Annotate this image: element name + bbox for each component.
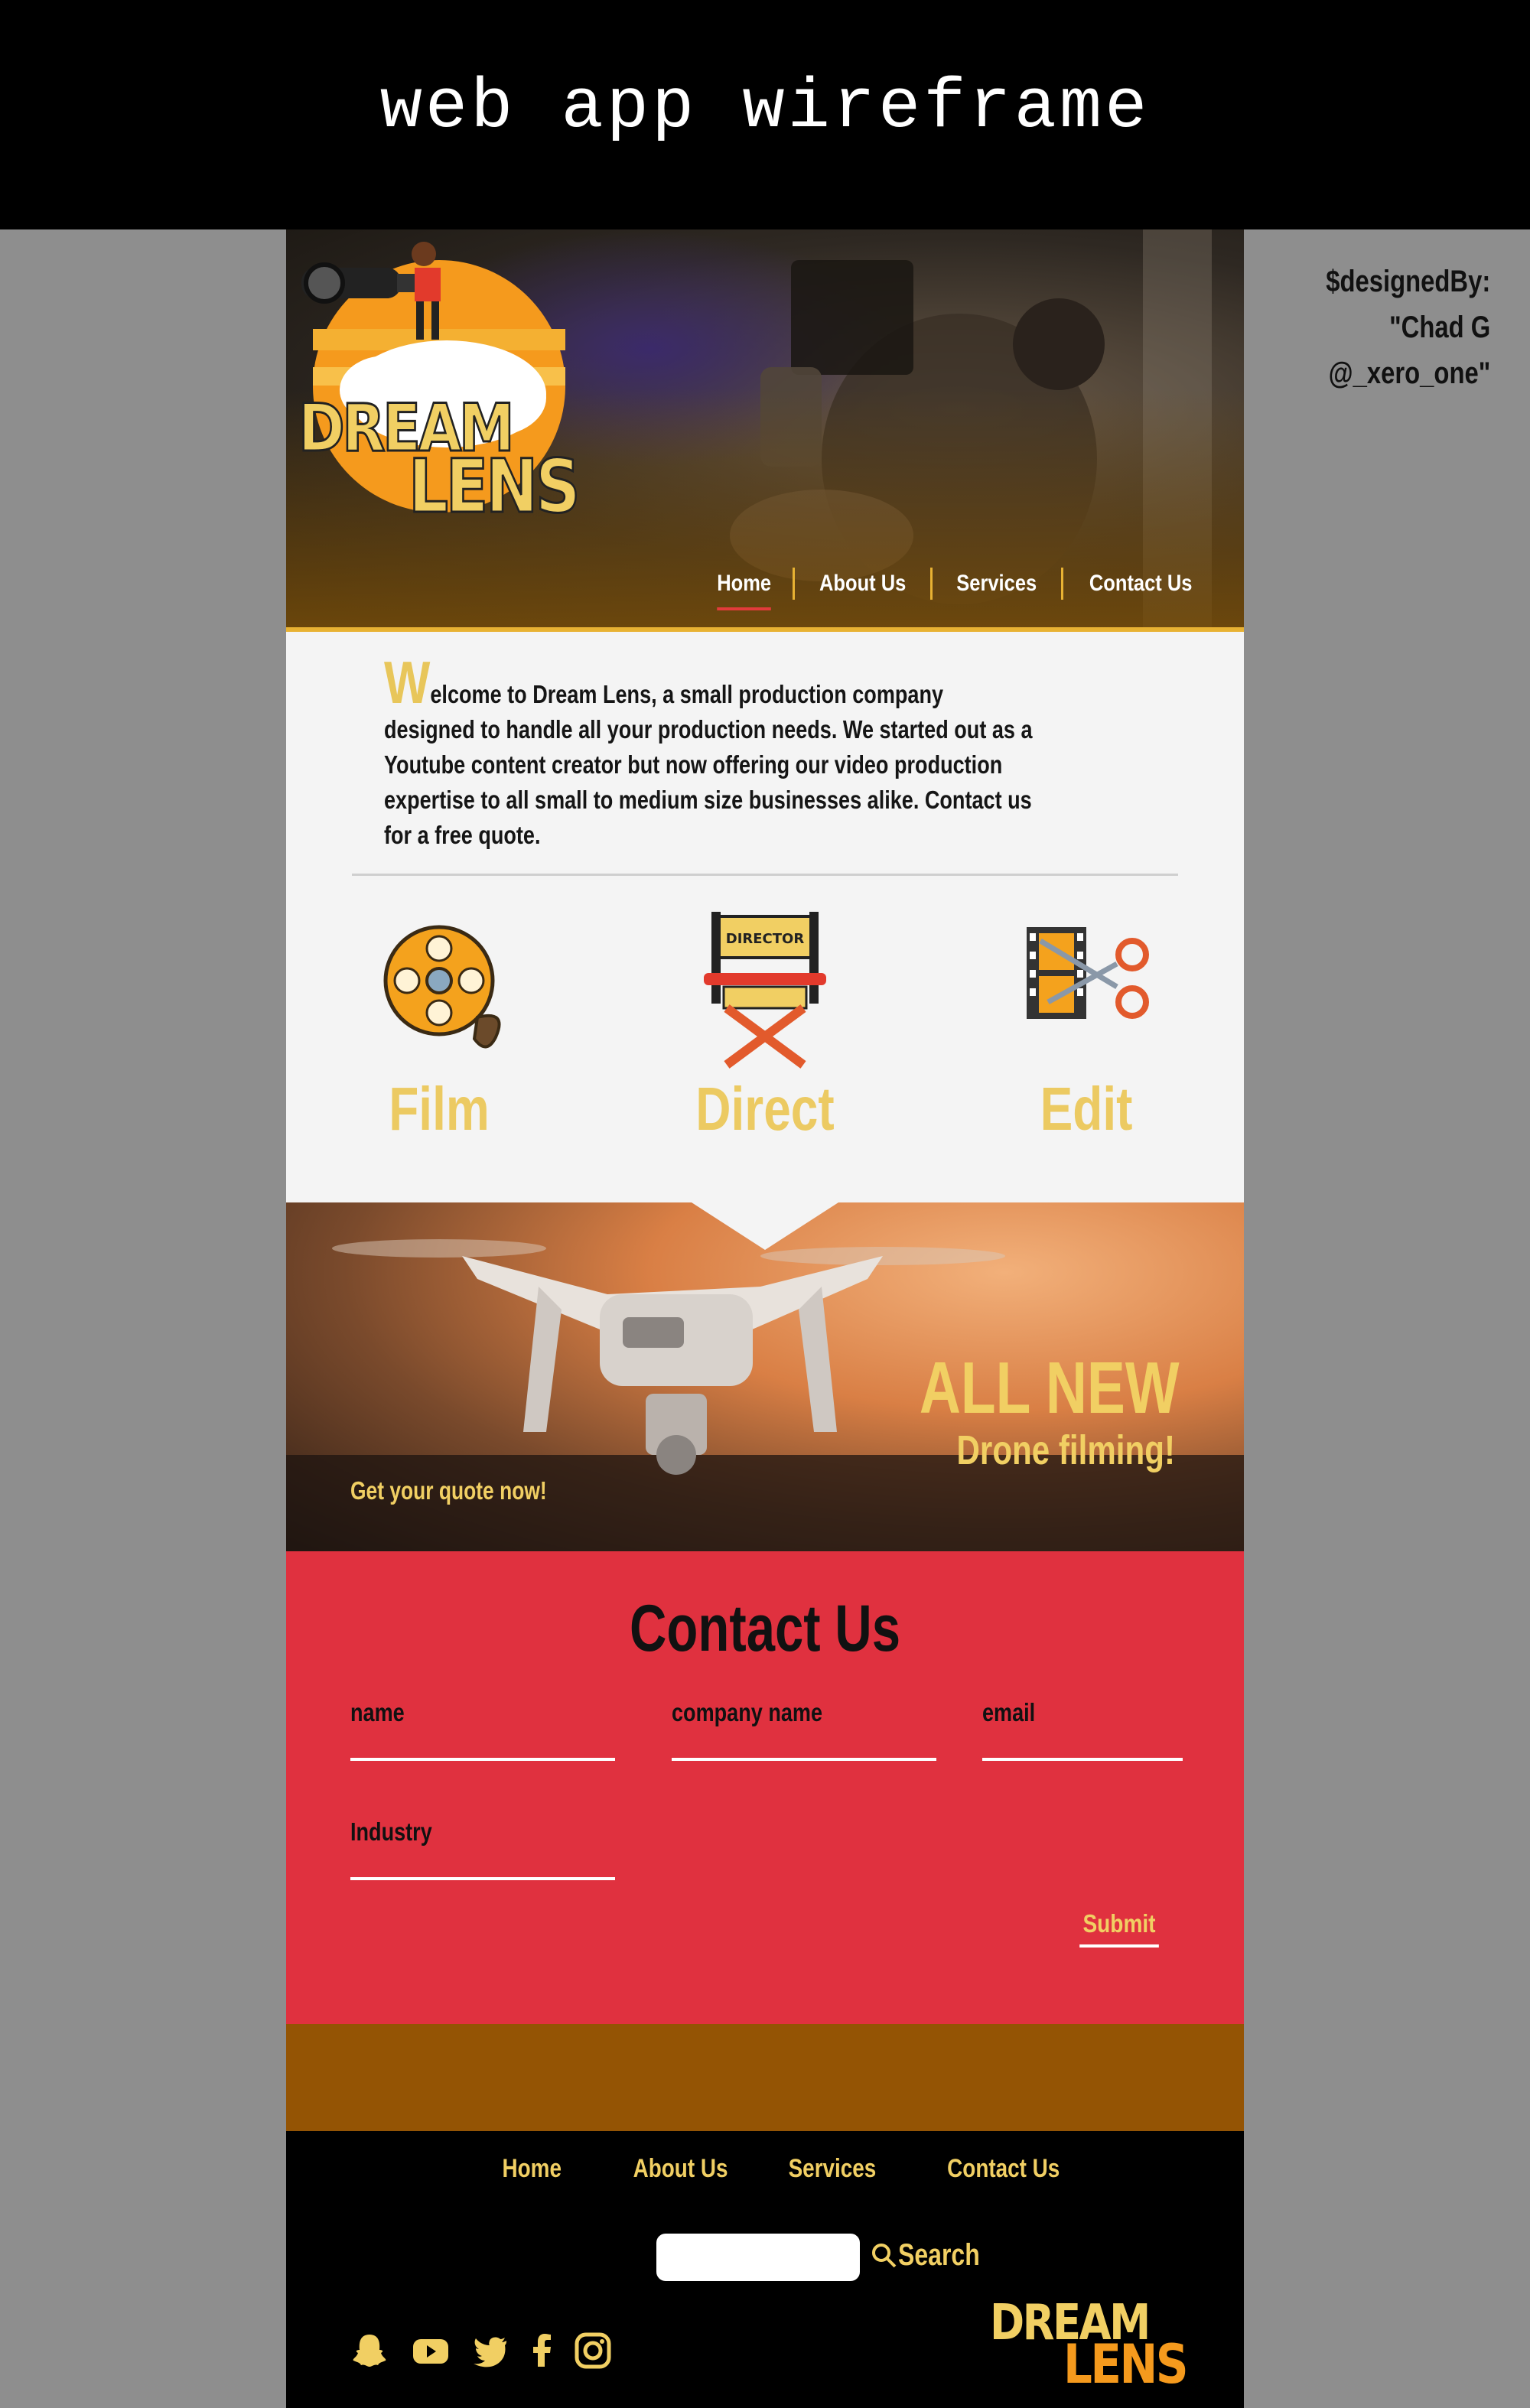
drone-headline: ALL NEW xyxy=(920,1347,1180,1429)
name-field[interactable] xyxy=(350,1756,615,1761)
industry-field[interactable] xyxy=(350,1876,615,1880)
company-label: company name xyxy=(672,1698,823,1726)
email-field[interactable] xyxy=(982,1756,1183,1761)
twitter-icon[interactable] xyxy=(470,2330,511,2371)
company-field[interactable] xyxy=(672,1756,936,1761)
banner-notch xyxy=(692,1202,838,1250)
footer-nav-services[interactable]: Services xyxy=(789,2154,877,2184)
designer-credit: $designedBy: "Chad G @_xero_one" xyxy=(1326,259,1490,396)
brown-divider xyxy=(286,2024,1244,2131)
footer-logo[interactable]: DREAM LENS xyxy=(990,2295,1189,2396)
facebook-icon[interactable] xyxy=(522,2330,563,2371)
name-label: name xyxy=(350,1698,405,1726)
search-input[interactable] xyxy=(656,2234,860,2281)
search-label: Search xyxy=(898,2238,980,2272)
footer-nav-home[interactable]: Home xyxy=(503,2154,562,2184)
submit-button[interactable]: Submit xyxy=(1079,1909,1159,1948)
instagram-icon[interactable] xyxy=(572,2330,614,2371)
email-label: email xyxy=(982,1698,1036,1726)
wireframe-banner: web app wireframe xyxy=(0,0,1530,229)
drone-subheadline: Drone filming! xyxy=(956,1427,1175,1473)
credit-line-2: "Chad G xyxy=(1388,311,1490,344)
search-icon xyxy=(872,2243,897,2267)
footer-nav-contact[interactable]: Contact Us xyxy=(947,2154,1060,2184)
youtube-icon[interactable] xyxy=(410,2330,451,2371)
snapchat-icon[interactable] xyxy=(349,2330,390,2371)
footer-logo-lens: LENS xyxy=(1063,2333,1189,2396)
footer-nav-about[interactable]: About Us xyxy=(633,2154,728,2184)
wireframe-title: web app wireframe xyxy=(379,67,1151,148)
search-button[interactable]: Search xyxy=(871,2238,1000,2273)
get-quote-link[interactable]: Get your quote now! xyxy=(350,1476,547,1505)
credit-line-1: $designedBy: xyxy=(1325,265,1490,298)
industry-label: Industry xyxy=(350,1817,432,1846)
contact-title: Contact Us xyxy=(629,1592,901,1665)
credit-line-3: @_xero_one" xyxy=(1328,356,1490,390)
page-lower: ALL NEW Drone filming! Get your quote no… xyxy=(286,229,1244,2408)
